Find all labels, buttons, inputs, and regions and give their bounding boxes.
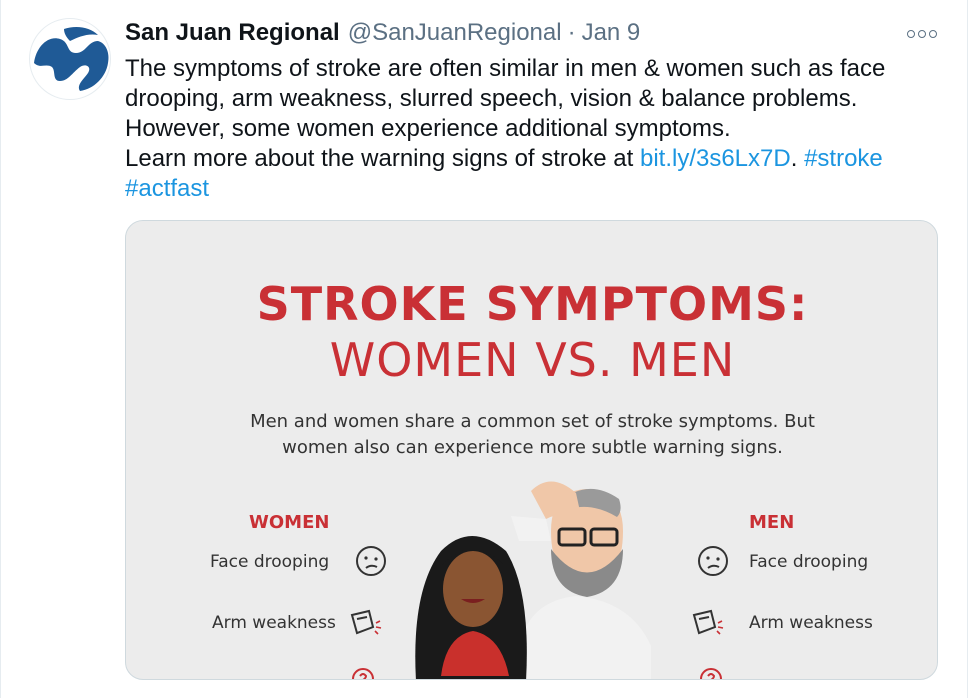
media-image[interactable]: STROKE SYMPTOMS: WOMEN VS. MEN Men and w… <box>125 220 938 680</box>
arm-weakness-icon <box>350 609 382 635</box>
men-heading: MEN <box>749 512 795 533</box>
san-juan-logo-icon <box>34 27 109 91</box>
men-symptom-face-drooping: Face drooping <box>749 552 869 572</box>
more-options-icon[interactable] <box>907 26 941 42</box>
woman-and-man-illustration <box>415 481 651 679</box>
infographic-title-line-1: STROKE SYMPTOMS: <box>256 277 809 331</box>
avatar[interactable] <box>29 18 111 100</box>
tweet-text-line-1: The symptoms of stroke are often similar… <box>125 55 886 82</box>
women-symptom-arm-weakness: Arm weakness <box>212 613 336 633</box>
tweet-text-line-4: Learn more about the warning signs of st… <box>125 144 945 174</box>
link-period: . <box>790 145 805 172</box>
infographic-subtitle-line-2: women also can experience more subtle wa… <box>282 437 783 458</box>
face-drooping-icon <box>698 546 728 576</box>
men-symptom-arm-weakness: Arm weakness <box>749 613 873 633</box>
tweet-header: San Juan Regional @SanJuanRegional · Jan… <box>125 19 640 51</box>
tweet-text-line-2: drooping, arm weakness, slurred speech, … <box>125 85 858 112</box>
separator-dot: · <box>567 19 576 46</box>
more-dot-3 <box>929 30 937 38</box>
user-handle[interactable]: @SanJuanRegional <box>348 19 562 47</box>
face-drooping-icon <box>356 546 386 576</box>
tweet-text: The symptoms of stroke are often similar… <box>125 54 945 204</box>
hashtag-stroke[interactable]: #stroke <box>804 145 883 172</box>
hashtag-actfast[interactable]: #actfast <box>125 175 209 202</box>
women-heading: WOMEN <box>249 512 330 533</box>
tweet-text-line-3: However, some women experience additiona… <box>125 115 731 142</box>
tweet-date[interactable]: Jan 9 <box>582 19 641 47</box>
more-dot-2 <box>918 30 926 38</box>
infographic-subtitle-line-1: Men and women share a common set of stro… <box>250 411 815 432</box>
speech-question-icon <box>352 668 374 679</box>
tweet-text-line-5: #actfast <box>125 174 945 204</box>
infographic-title-line-2: WOMEN VS. MEN <box>329 333 736 387</box>
women-symptom-face-drooping: Face drooping <box>210 552 330 572</box>
display-name[interactable]: San Juan Regional <box>125 19 340 47</box>
more-dot-1 <box>907 30 915 38</box>
learn-more-text: Learn more about the warning signs of st… <box>125 145 640 172</box>
tweet-card[interactable]: San Juan Regional @SanJuanRegional · Jan… <box>0 0 968 698</box>
short-link[interactable]: bit.ly/3s6Lx7D <box>640 145 791 172</box>
